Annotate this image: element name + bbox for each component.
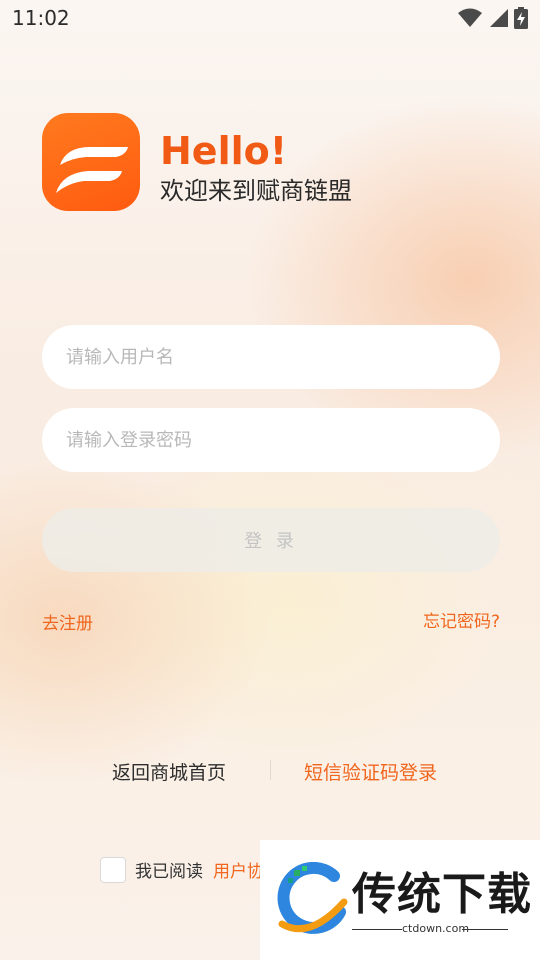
user-agreement-link[interactable]: 用户协 — [213, 857, 263, 882]
watermark-line-left — [352, 929, 402, 930]
battery-charging-icon — [514, 7, 528, 29]
welcome-text: 欢迎来到赋商链盟 — [160, 177, 352, 205]
status-time: 11:02 — [12, 6, 70, 30]
agreement-text: 我已阅读 — [135, 862, 203, 882]
greeting-title: Hello! — [160, 129, 288, 173]
status-icons — [458, 6, 528, 30]
password-input[interactable] — [64, 428, 478, 452]
forgot-password-link[interactable]: 忘记密码? — [423, 607, 500, 632]
username-field-container — [42, 325, 500, 389]
watermark-title: 传统下载 — [352, 869, 532, 920]
app-logo — [42, 113, 140, 211]
username-input[interactable] — [64, 345, 478, 369]
register-link[interactable]: 去注册 — [42, 609, 93, 634]
sms-login-link[interactable]: 短信验证码登录 — [304, 758, 437, 785]
signal-icon — [490, 9, 508, 27]
brand-logo-icon — [56, 147, 128, 193]
login-button[interactable]: 登 录 — [42, 508, 500, 572]
password-field-container — [42, 408, 500, 472]
agreement-checkbox[interactable] — [100, 857, 126, 883]
wifi-icon — [458, 8, 482, 27]
watermark-line-right — [462, 929, 508, 930]
watermark-logo-icon — [277, 862, 348, 934]
divider — [270, 760, 271, 780]
watermark-site: ctdown.com — [402, 922, 470, 935]
back-to-home-link[interactable]: 返回商城首页 — [112, 758, 226, 785]
